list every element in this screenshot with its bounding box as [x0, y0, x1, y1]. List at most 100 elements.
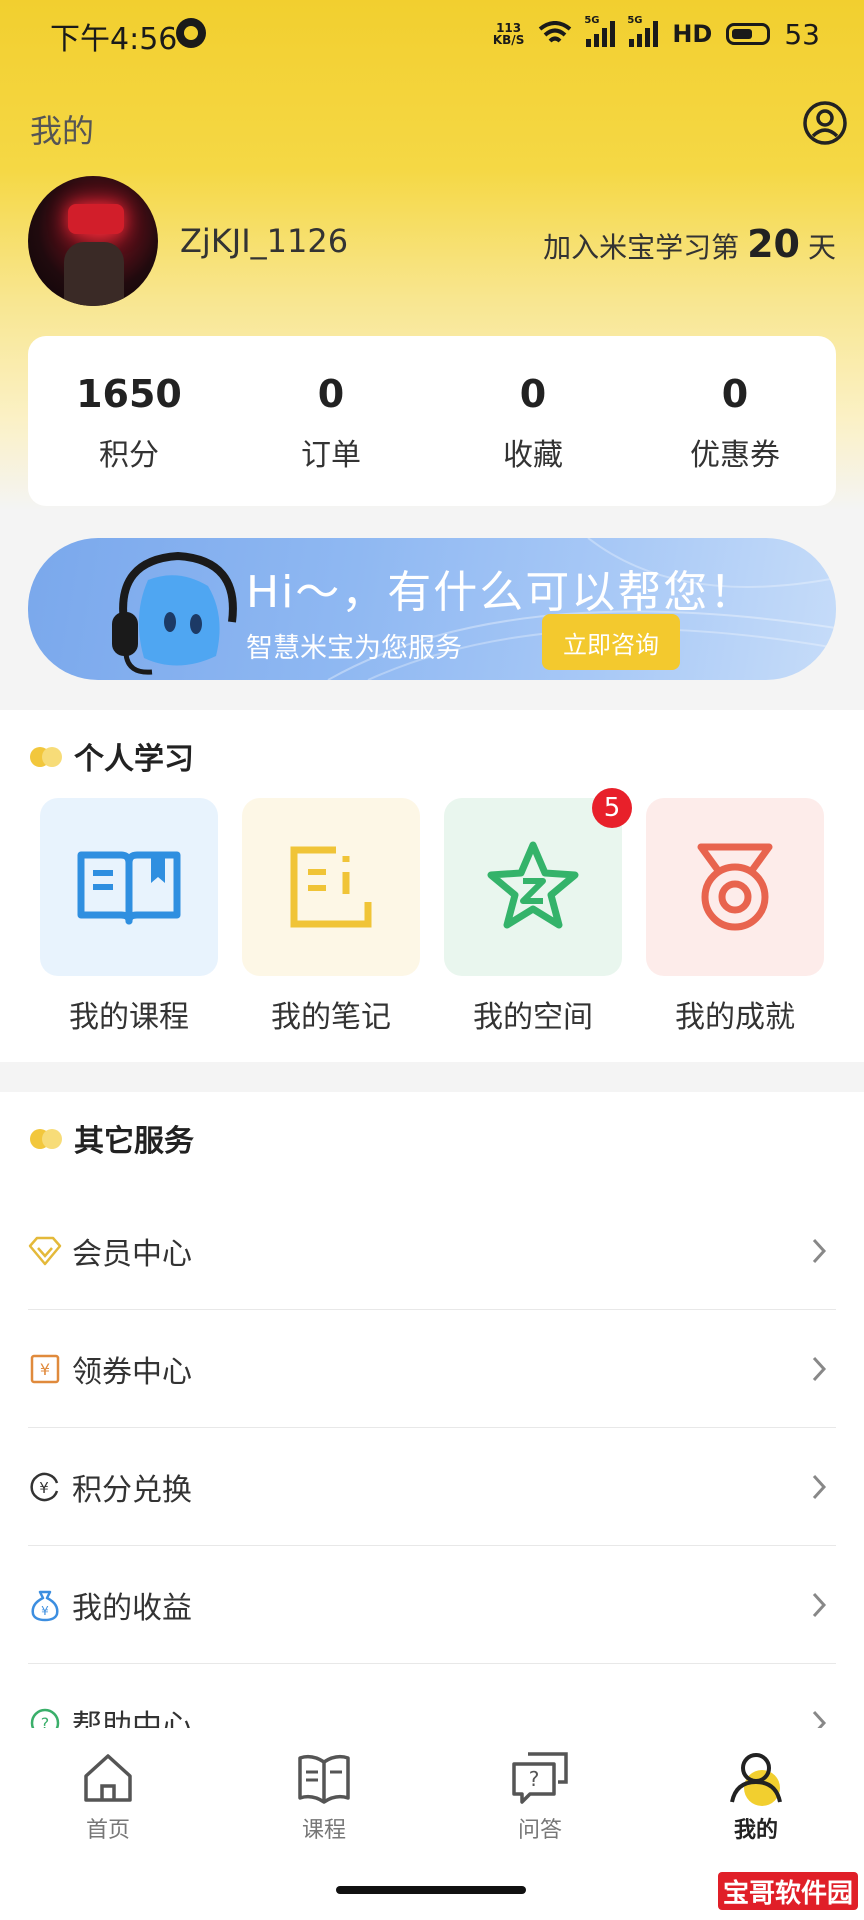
- stat-value: 0: [721, 372, 749, 416]
- qa-icon: ?: [512, 1752, 568, 1804]
- learn-label: 我的成就: [675, 1000, 795, 1035]
- stat-label: 优惠券: [690, 438, 780, 473]
- stat-orders[interactable]: 0 订单: [230, 336, 432, 506]
- cell-signal-icon: 5G: [584, 15, 616, 47]
- svg-text:¥: ¥: [40, 1360, 50, 1379]
- svg-text:¥: ¥: [41, 1604, 49, 1618]
- section-title: 个人学习: [30, 734, 194, 778]
- banner-headline: Hi～，有什么可以帮您！: [246, 567, 756, 618]
- chevron-right-icon: [812, 1356, 827, 1382]
- chevron-right-icon: [812, 1474, 827, 1500]
- stat-value: 1650: [76, 372, 182, 416]
- bottom-tab-bar: 首页 课程 ? 问答 我的: [0, 1728, 864, 1848]
- status-indicators: 113 KB/S 5G 5G HD 53: [493, 15, 820, 52]
- star-z-icon: [487, 841, 579, 929]
- user-tab-icon: [730, 1753, 782, 1806]
- watermark: 宝哥软件园: [718, 1872, 858, 1910]
- notification-badge: 5: [592, 788, 632, 828]
- stat-favorites[interactable]: 0 收藏: [432, 336, 634, 506]
- book-icon: [77, 851, 181, 925]
- my-courses-tile: [40, 798, 218, 976]
- battery-icon: [726, 23, 771, 45]
- page-title: 我的: [30, 112, 95, 150]
- book-tab-icon: [298, 1754, 350, 1804]
- status-bar: 下午4:56 113 KB/S 5G 5G HD 53: [0, 0, 864, 72]
- chevron-right-icon: [812, 1238, 827, 1264]
- my-space-item[interactable]: 5 我的空间: [444, 788, 632, 1036]
- tab-mine[interactable]: 我的: [648, 1728, 864, 1848]
- tab-courses[interactable]: 课程: [216, 1728, 432, 1848]
- home-icon: [84, 1754, 132, 1802]
- consult-now-button[interactable]: 立即咨询: [542, 614, 680, 670]
- exchange-icon: ¥: [28, 1470, 62, 1504]
- status-time: 下午4:56: [50, 22, 178, 57]
- wifi-icon: [539, 21, 572, 43]
- section-title: 其它服务: [30, 1116, 194, 1160]
- section-title-text: 其它服务: [74, 1124, 194, 1159]
- services-list: 会员中心 ¥ 领券中心 ¥ 积分兑换 ¥ 我的收益 ? 帮助中心: [28, 1192, 836, 1782]
- tab-home[interactable]: 首页: [0, 1728, 216, 1848]
- menu-label: 领券中心: [72, 1354, 192, 1390]
- my-space-tile: [444, 798, 622, 976]
- my-achievements-tile: [646, 798, 824, 976]
- stat-value: 0: [317, 372, 345, 416]
- tab-label: 首页: [85, 1818, 130, 1843]
- menu-item-my-earnings[interactable]: ¥ 我的收益: [28, 1546, 836, 1664]
- tab-label: 问答: [517, 1818, 562, 1843]
- network-speed: 113 KB/S: [493, 22, 524, 46]
- stat-label: 积分: [99, 438, 159, 473]
- my-notes-item[interactable]: 我的笔记: [242, 798, 420, 1036]
- section-title-text: 个人学习: [74, 742, 194, 777]
- note-icon: [290, 846, 372, 928]
- learn-label: 我的空间: [473, 1000, 593, 1035]
- hd-indicator: HD: [672, 20, 713, 48]
- svg-text:¥: ¥: [39, 1479, 49, 1497]
- stats-card: 1650 积分 0 订单 0 收藏 0 优惠券: [28, 336, 836, 506]
- join-suffix: 天: [807, 231, 836, 264]
- join-prefix: 加入米宝学习第: [543, 231, 740, 264]
- menu-item-member-center[interactable]: 会员中心: [28, 1192, 836, 1310]
- personal-learning-section: 个人学习 我的课程 我的笔记 5 我的空间 我的成就: [0, 710, 864, 1062]
- menu-label: 积分兑换: [72, 1472, 192, 1508]
- title-dots-icon: [30, 1127, 64, 1149]
- coupon-icon: ¥: [28, 1352, 62, 1386]
- avatar[interactable]: [28, 176, 158, 306]
- stat-value: 0: [519, 372, 547, 416]
- learn-label: 我的笔记: [271, 1000, 391, 1035]
- stat-coupons[interactable]: 0 优惠券: [634, 336, 836, 506]
- chevron-right-icon: [812, 1592, 827, 1618]
- menu-label: 我的收益: [72, 1590, 192, 1626]
- username: ZjKJI_1126: [180, 222, 349, 260]
- menu-item-coupon-center[interactable]: ¥ 领券中心: [28, 1310, 836, 1428]
- other-services-section: 其它服务 会员中心 ¥ 领券中心 ¥ 积分兑换 ¥ 我的收益 ? 帮助中心: [0, 1092, 864, 1752]
- profile-settings-icon[interactable]: [802, 100, 848, 146]
- my-notes-tile: [242, 798, 420, 976]
- assistant-banner[interactable]: Hi～，有什么可以帮您！ 智慧米宝为您服务 立即咨询: [28, 538, 836, 680]
- mascot-icon: [112, 551, 237, 675]
- tab-qa[interactable]: ? 问答: [432, 1728, 648, 1848]
- battery-level: 53: [784, 17, 820, 51]
- stat-label: 收藏: [503, 438, 563, 473]
- tab-label: 我的: [733, 1818, 778, 1843]
- title-dots-icon: [30, 745, 64, 767]
- learning-grid: 我的课程 我的笔记 5 我的空间 我的成就: [40, 788, 824, 1036]
- notification-icon: [176, 18, 206, 48]
- learn-label: 我的课程: [69, 1000, 189, 1035]
- home-indicator[interactable]: [336, 1886, 526, 1894]
- signal-label: 5G: [584, 15, 600, 26]
- medal-icon: [697, 843, 773, 931]
- menu-item-points-exchange[interactable]: ¥ 积分兑换: [28, 1428, 836, 1546]
- stat-points[interactable]: 1650 积分: [28, 336, 230, 506]
- svg-text:?: ?: [529, 1767, 540, 1791]
- signal-label: 5G: [627, 15, 643, 26]
- diamond-icon: [28, 1234, 62, 1268]
- tab-label: 课程: [301, 1818, 346, 1843]
- my-courses-item[interactable]: 我的课程: [40, 798, 218, 1036]
- menu-label: 会员中心: [72, 1236, 192, 1272]
- banner-subtitle: 智慧米宝为您服务: [246, 633, 462, 664]
- cell-signal-icon: 5G: [627, 15, 659, 47]
- network-speed-unit: KB/S: [492, 33, 525, 47]
- stat-label: 订单: [301, 438, 361, 473]
- my-achievements-item[interactable]: 我的成就: [646, 798, 824, 1036]
- join-days: 20: [747, 222, 800, 266]
